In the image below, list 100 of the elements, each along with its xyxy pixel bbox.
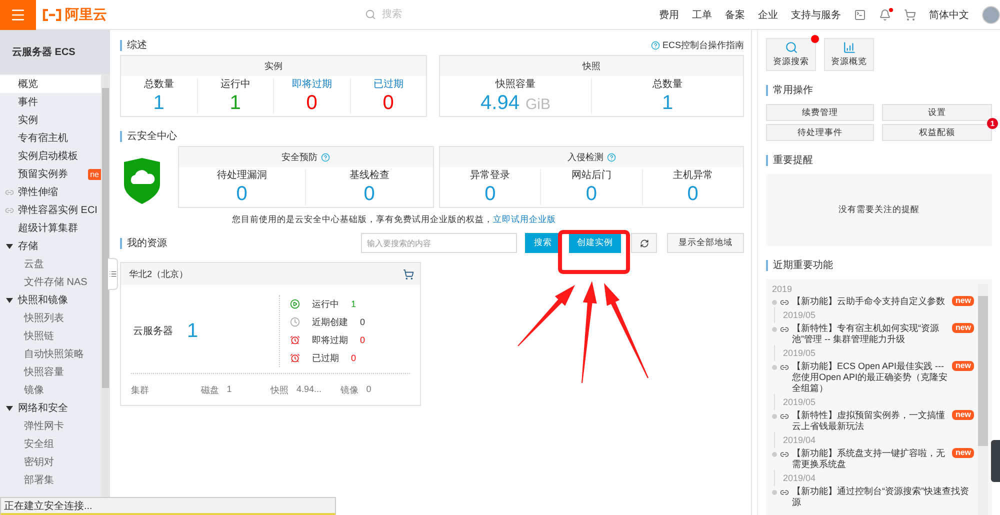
sidebar-item[interactable]: 快照容量 [0,363,101,381]
sidebar-title: 云服务器 ECS [0,30,110,74]
nav-link[interactable]: 备案 [725,8,745,22]
avatar[interactable] [982,6,1000,24]
status-label: 即将过期 [312,334,348,346]
nav-link[interactable]: 工单 [692,8,712,22]
sidebar-item[interactable]: 实例 [0,111,101,129]
search-field[interactable]: 搜索 [380,8,500,21]
section-title: 常用操作 [766,85,813,96]
highlight-frame [558,230,630,274]
operation-button[interactable]: 续费管理 [766,104,874,121]
search-icon [365,9,376,20]
sidebar-item[interactable]: 弹性网卡 [0,417,101,435]
language-link[interactable]: 简体中文 [929,8,969,22]
terminal-icon[interactable] [854,8,866,20]
stat-value: 4.94 [480,92,520,114]
operation-button[interactable]: 设置 [882,104,992,121]
stat-value: 0 [236,183,248,205]
link-icon [5,206,14,214]
footer-value: 4.94... [296,384,322,396]
status-label: 已过期 [312,352,339,364]
status-value: 0 [360,335,366,345]
sidebar-item[interactable]: 弹性容器实例 ECI [0,201,101,219]
sidebar-item[interactable]: 实例启动模板 [0,147,101,165]
trial-link[interactable]: 立即试用企业版 [493,214,556,224]
show-all-regions-button[interactable]: 显示全部地域 [667,233,744,253]
new-badge: ne [88,169,101,180]
cart-icon[interactable] [904,8,916,20]
feature-link[interactable]: 【新特性】虚拟预留实例券，一文搞懂云上省钱最新玩法 [792,410,950,432]
feature-link[interactable]: 【新功能】ECS Open API最佳实践 --- 您使用Open API的最正确姿势（克隆安全组篇） [792,361,950,394]
sidebar-item[interactable]: 专有宿主机 [0,129,101,147]
sidebar-group[interactable]: 网络和安全 [0,399,101,417]
stat-link[interactable]: 即将过期 [292,78,332,92]
sidebar-item[interactable]: 预留实例券 ne [0,165,101,183]
sidebar-item[interactable]: 自动快照策略 [0,345,101,363]
stat-label: 待处理漏洞 [216,169,267,183]
operation-button[interactable]: 权益配额 [882,124,992,141]
product-name: 云服务器 [133,325,173,338]
sidebar-item[interactable]: 镜像 [0,381,101,399]
stat-value: 0 [306,92,318,114]
sidebar-group[interactable]: 快照和镜像 [0,291,101,309]
sidebar-item[interactable]: 部署集 [0,471,101,489]
footer-label: 集群 [131,384,149,397]
collapse-handle[interactable] [108,258,118,290]
search-field[interactable]: 输入要搜索的内容 [361,233,517,253]
year-label: 2019 [772,284,794,294]
sidebar-item[interactable]: 快照列表 [0,309,101,327]
feature-date: 2019/04 [774,470,974,486]
link-icon [780,450,789,459]
refresh-button[interactable] [631,233,657,253]
nav-link[interactable]: 企业 [758,8,778,22]
section-title: 重要提醒 [766,155,813,166]
sidebar-item[interactable]: 文件存储 NAS [0,273,101,291]
help-icon[interactable] [606,152,616,162]
help-icon[interactable] [320,152,330,162]
play-icon [290,299,300,309]
scrollbar-thumb[interactable] [978,296,988,446]
footer-value: 0 [366,384,372,396]
stat-unit: GiB [525,96,550,113]
stat-value: 0 [364,183,375,205]
link-icon [780,363,789,372]
caret-icon [6,404,13,412]
stat-value: 1 [662,92,674,114]
sidebar-item[interactable]: 概览 [0,75,101,93]
stat-label: 快照容量 [496,78,536,92]
operation-button[interactable]: 待处理事件 [766,124,874,141]
quick-button[interactable]: 资源搜索 [766,38,816,71]
feature-link[interactable]: 【新特性】专有宿主机如何实现“资源池”管理 -- 集群管理能力升级 [792,323,950,345]
menu-button[interactable] [0,0,36,30]
sidebar-item[interactable]: 弹性伸缩 [0,183,101,201]
sidebar-item[interactable]: 安全组 [0,435,101,453]
footer-value: 1 [226,384,232,396]
alarm-clock-icon [290,353,300,363]
stat-value: 1 [153,92,164,114]
bell-icon[interactable] [879,8,891,20]
chart-icon [842,41,856,54]
sidebar-item[interactable]: 超级计算集群 [0,219,101,237]
feature-link[interactable]: 【新功能】系统盘支持一键扩容啦，无需更换系统盘 [792,448,950,470]
security-note: 您目前使用的是云安全中心基础版，享有免费试用企业版的权益，立即试用企业版 [231,214,556,226]
sidebar-item[interactable]: 事件 [0,93,101,111]
nav-link[interactable]: 费用 [659,8,679,22]
sidebar-item[interactable]: 云盘 [0,255,101,273]
sidebar-item[interactable]: 快照链 [0,327,101,345]
status-value: 0 [351,353,356,363]
scrollbar-thumb[interactable] [102,88,109,388]
footer-label: 磁盘 [200,384,219,397]
stat-link[interactable]: 已过期 [373,78,404,92]
new-badge: new [952,296,974,306]
refresh-icon [640,238,648,248]
quick-button[interactable]: 资源概览 [824,38,874,71]
sidebar-group[interactable]: 存储 [0,237,101,255]
footer-label: 快照 [270,384,288,397]
feature-link[interactable]: 【新功能】通过控制台“资源搜索”快速查找资源 [792,486,974,508]
nav-link[interactable]: 支持与服务 [791,8,841,22]
stat-label: 主机异常 [672,169,713,183]
cart-icon[interactable] [403,268,414,280]
section-title: 我的资源 [120,238,167,248]
feature-link[interactable]: 【新功能】云助手命令支持自定义参数 [792,296,950,307]
sidebar-item[interactable]: 密钥对 [0,453,101,471]
help-link[interactable]: ECS控制台操作指南 [651,38,744,52]
